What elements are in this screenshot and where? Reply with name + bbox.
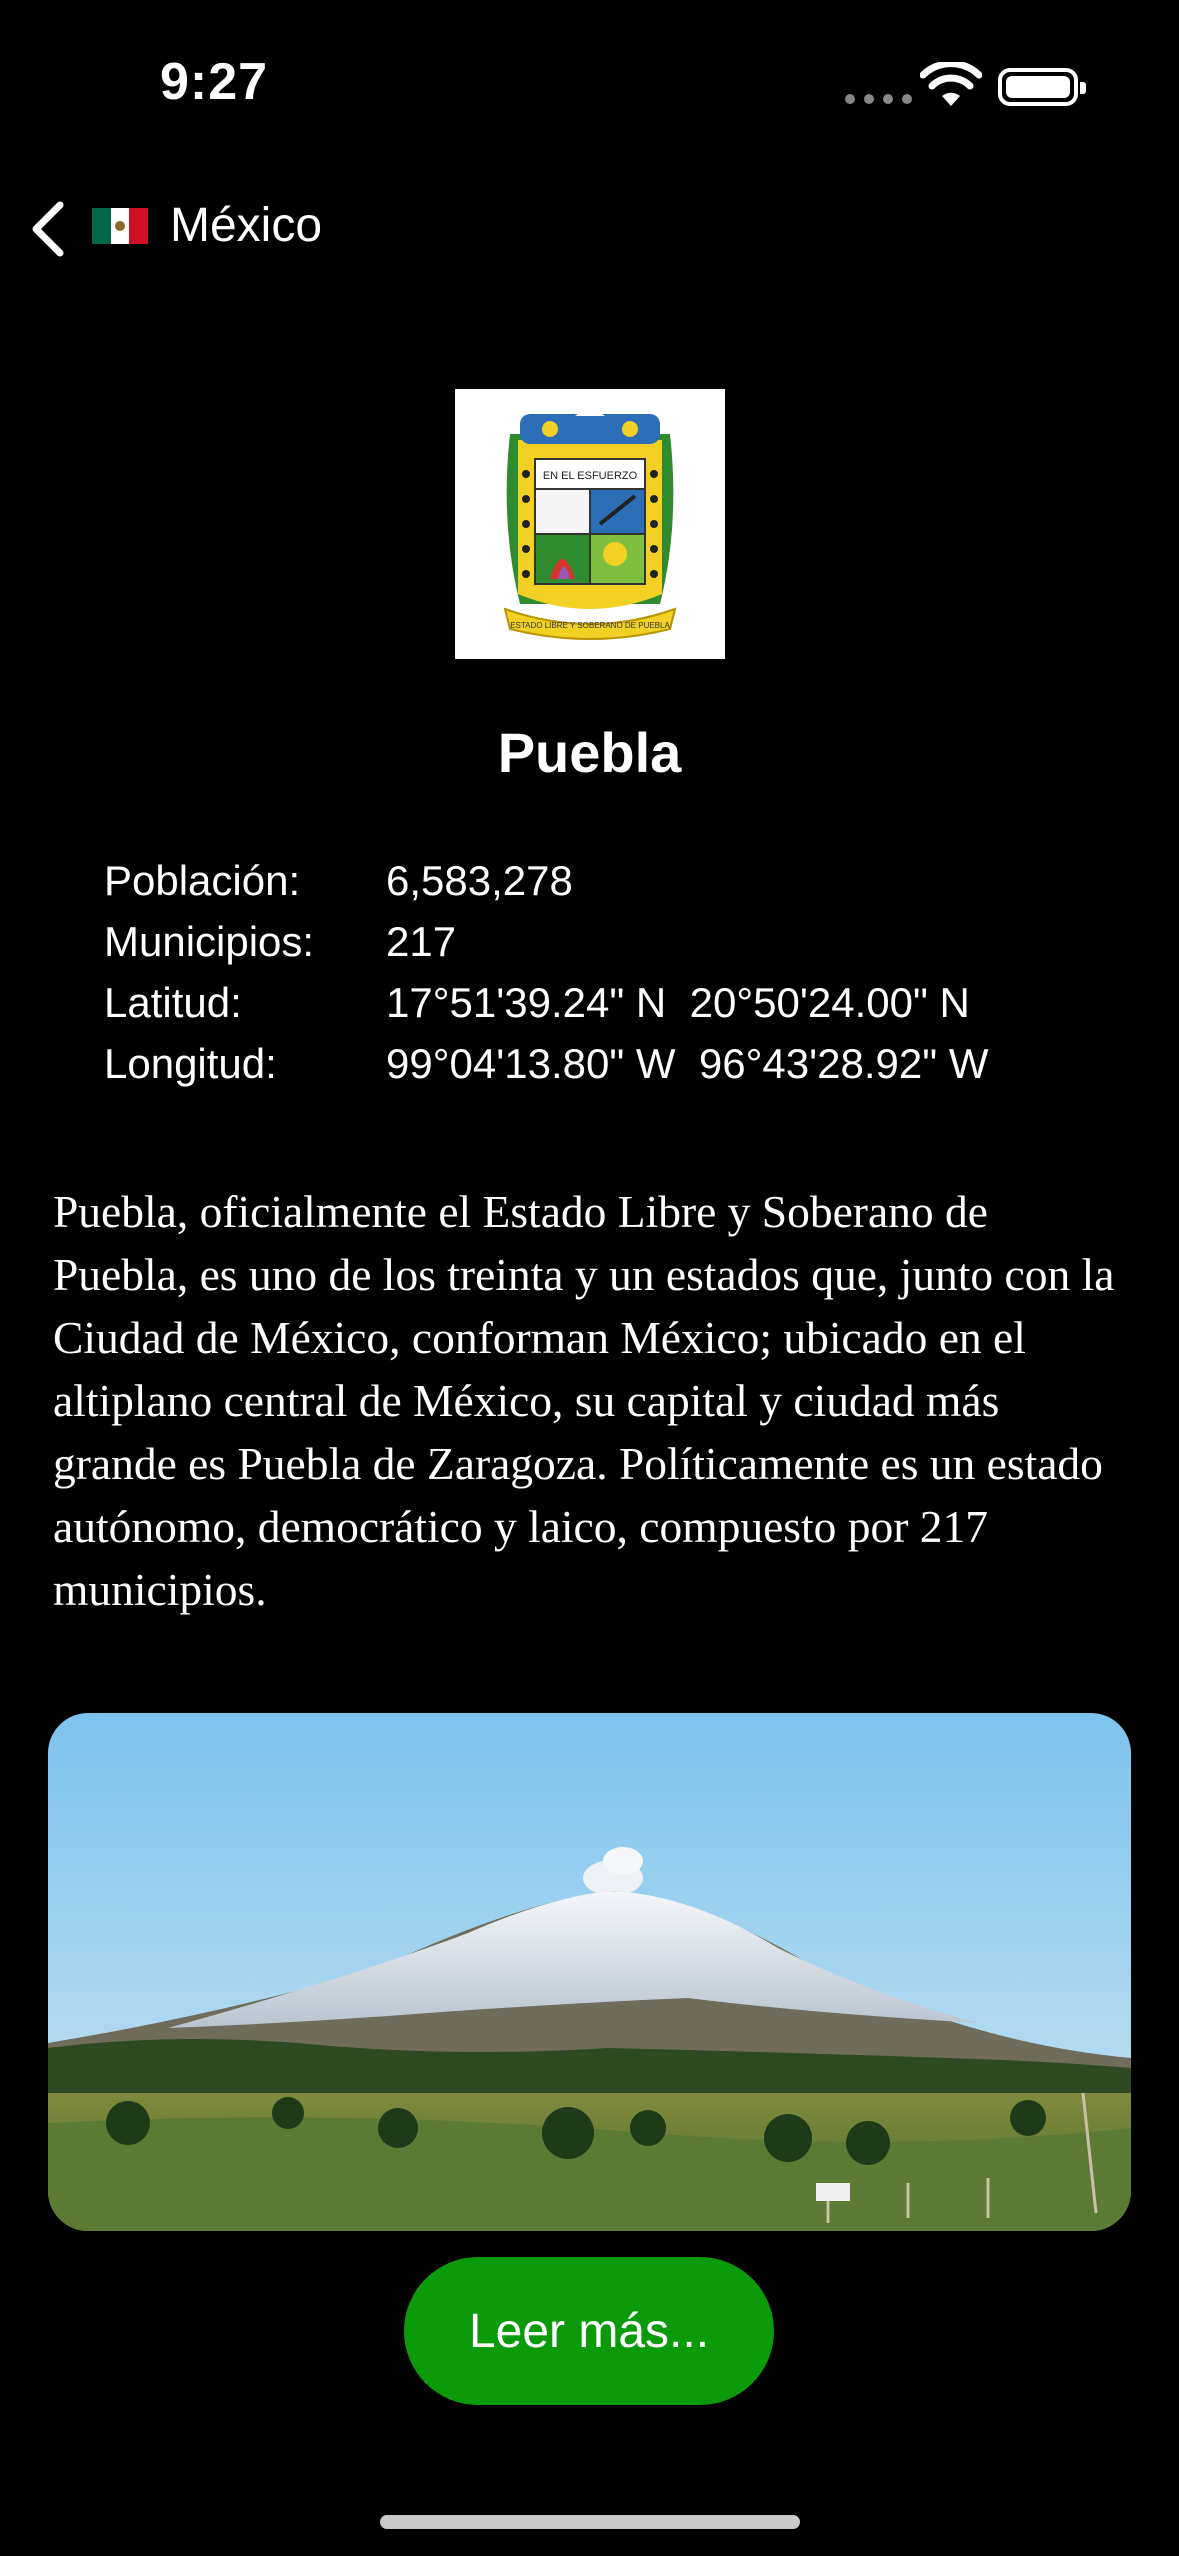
navigation-bar: México xyxy=(0,180,1179,270)
info-row-population: Población: 6,583,278 xyxy=(104,850,988,911)
state-info-table: Población: 6,583,278 Municipios: 217 Lat… xyxy=(104,850,988,1094)
info-value: 217 xyxy=(386,918,457,965)
cellular-signal-icon xyxy=(845,94,912,104)
state-description: Puebla, oficialmente el Estado Libre y S… xyxy=(53,1186,1115,1615)
home-indicator[interactable] xyxy=(380,2515,800,2529)
emblem-banner: ESTADO LIBRE Y SOBERANO DE PUEBLA xyxy=(510,621,670,630)
back-label[interactable]: México xyxy=(170,198,322,253)
info-row-longitude: Longitud: 99°04'13.80" W 96°43'28.92" W xyxy=(104,1033,988,1094)
info-row-municipalities: Municipios: 217 xyxy=(104,911,988,972)
read-more-button[interactable]: Leer más... xyxy=(404,2257,774,2405)
coat-of-arms-image: EN EL ESFUERZO ESTADO LIBRE Y SOBERANO D… xyxy=(455,389,725,659)
emblem-motto: EN EL ESFUERZO xyxy=(543,470,638,482)
state-landscape-photo xyxy=(48,1713,1131,2231)
info-label: Población: xyxy=(104,857,301,904)
flag-stripe-white xyxy=(110,208,130,244)
wifi-icon xyxy=(920,62,982,106)
flag-stripe-green xyxy=(92,208,111,244)
status-time: 9:27 xyxy=(160,53,269,111)
info-label: Longitud: xyxy=(104,1040,277,1087)
info-row-latitude: Latitud: 17°51'39.24" N 20°50'24.00" N xyxy=(104,972,988,1033)
back-button[interactable] xyxy=(18,194,78,264)
coat-of-arms-icon: EN EL ESFUERZO ESTADO LIBRE Y SOBERANO D… xyxy=(503,406,677,640)
chevron-left-icon xyxy=(32,201,64,257)
battery-icon xyxy=(998,68,1086,106)
info-value: 6,583,278 xyxy=(386,857,573,904)
volcano-landscape-image xyxy=(48,1713,1131,2231)
state-title: Puebla xyxy=(497,721,682,784)
info-label: Municipios: xyxy=(104,918,315,965)
info-value: 99°04'13.80" W 96°43'28.92" W xyxy=(386,1040,989,1087)
mexico-flag-icon xyxy=(92,208,149,244)
info-label: Latitud: xyxy=(104,979,242,1026)
info-value: 17°51'39.24" N 20°50'24.00" N xyxy=(386,979,970,1026)
status-bar: 9:27 xyxy=(0,0,1179,170)
flag-stripe-red xyxy=(129,208,149,244)
